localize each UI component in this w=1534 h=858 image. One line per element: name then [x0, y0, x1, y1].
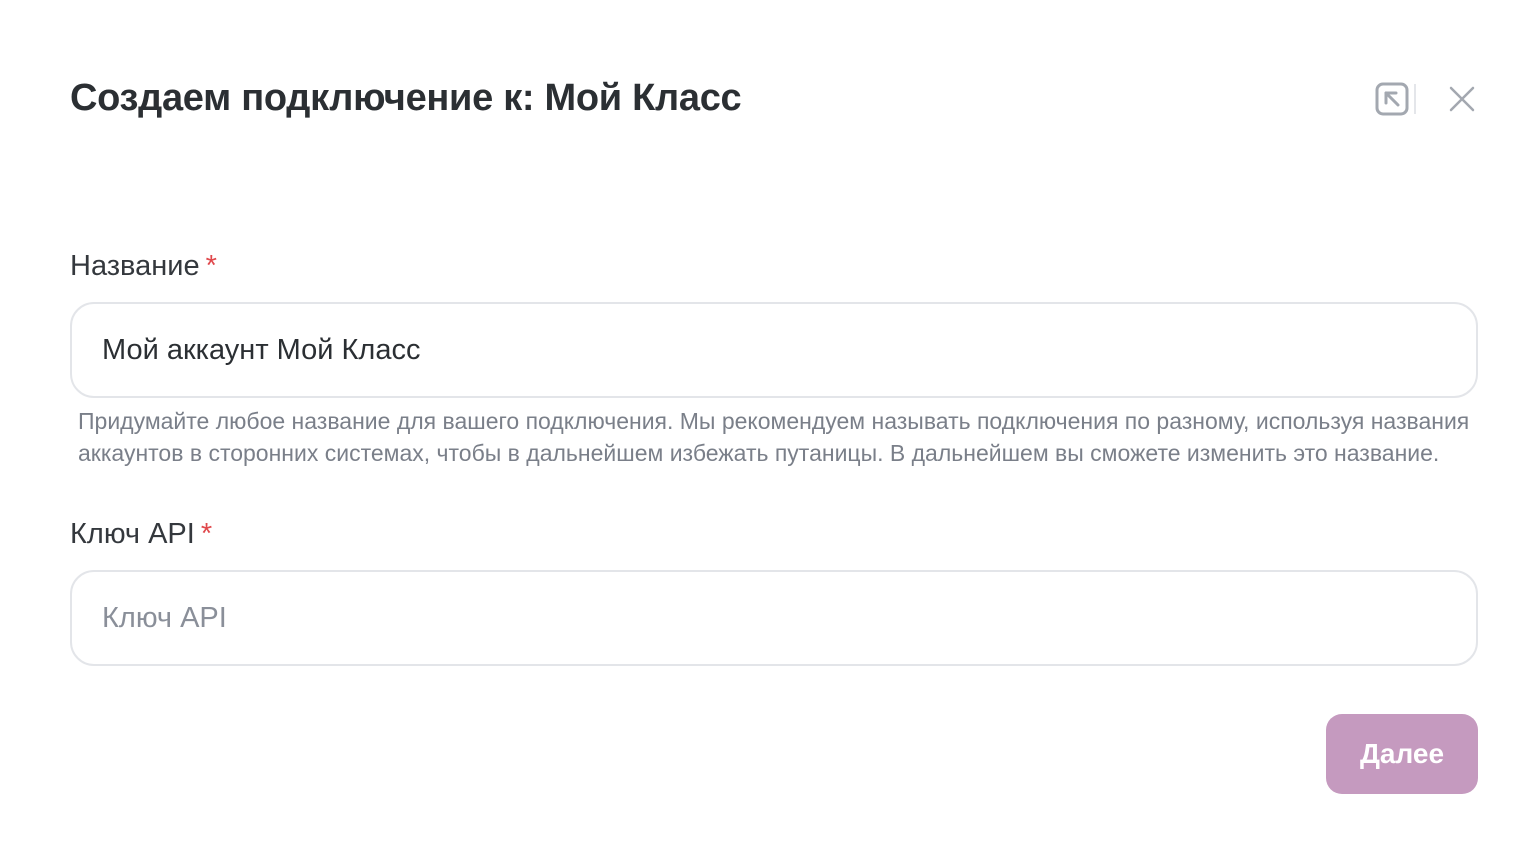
required-mark: * — [205, 250, 217, 282]
name-input[interactable] — [70, 302, 1478, 398]
required-mark: * — [200, 518, 213, 550]
open-in-window-button[interactable] — [1374, 81, 1410, 117]
close-icon — [1449, 86, 1475, 112]
modal-title: Создаем подключение к: Мой Класс — [70, 76, 742, 119]
api-key-input[interactable] — [70, 570, 1478, 666]
name-label-text: Название — [70, 250, 200, 282]
header-separator — [1414, 84, 1416, 114]
name-field-label: Название * — [70, 250, 217, 283]
close-button[interactable] — [1446, 83, 1478, 115]
name-field-hint: Придумайте любое название для вашего под… — [78, 408, 1470, 466]
open-in-window-icon — [1375, 82, 1409, 116]
next-button[interactable]: Далее — [1326, 714, 1478, 794]
api-key-field-label: Ключ API * — [70, 518, 212, 551]
api-key-label-text: Ключ API — [70, 518, 195, 550]
modal-header: Создаем подключение к: Мой Класс — [70, 72, 1478, 124]
connection-modal: Создаем подключение к: Мой Класс Названи… — [0, 0, 1534, 858]
header-actions — [1374, 81, 1478, 117]
